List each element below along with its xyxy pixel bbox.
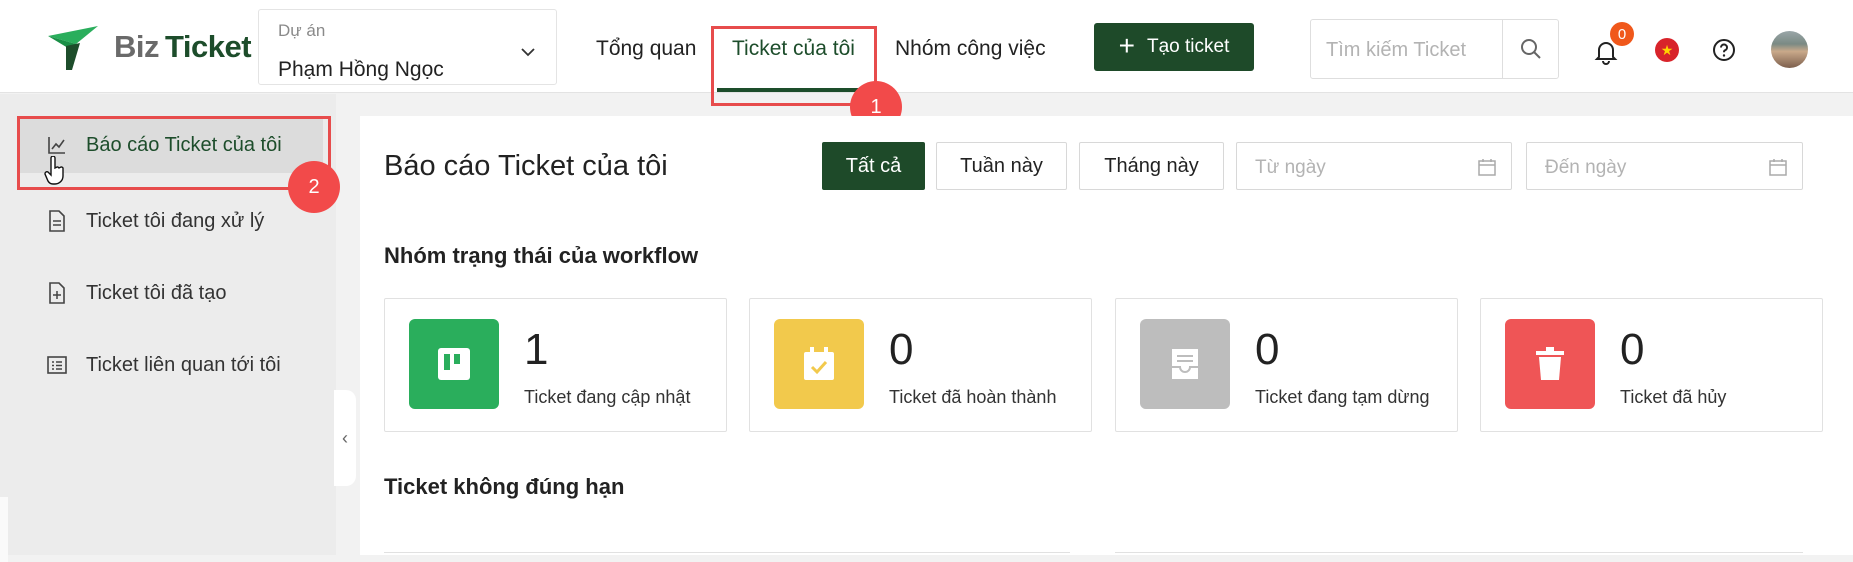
date-to-field[interactable]: Đến ngày: [1526, 142, 1803, 190]
calendar-icon: [1769, 159, 1787, 176]
sidebar-item-tickets-processing[interactable]: Ticket tôi đang xử lý: [18, 193, 323, 249]
notification-badge: 0: [1610, 22, 1634, 46]
help-icon[interactable]: [1712, 38, 1736, 62]
filter-this-month-button[interactable]: Tháng này: [1079, 142, 1224, 190]
logo-text-biz: Biz: [114, 29, 160, 64]
nav-tab-work-groups[interactable]: Nhóm công việc: [895, 37, 1046, 61]
top-header: Biz Ticket Dự án Phạm Hồng Ngọc Tổng quan…: [0, 0, 1853, 93]
calendar-icon: [1478, 159, 1496, 176]
page-title: Báo cáo Ticket của tôi: [384, 150, 668, 182]
search-box[interactable]: Tìm kiếm Ticket: [1310, 19, 1559, 79]
status-count: 0: [1255, 325, 1280, 374]
sidebar-item-tickets-related[interactable]: Ticket liên quan tới tôi: [18, 337, 323, 393]
status-card-paused[interactable]: 0 Ticket đang tạm dừng: [1115, 298, 1458, 432]
sidebar-item-label: Ticket tôi đã tạo: [86, 281, 227, 304]
plus-icon: +: [1118, 29, 1135, 61]
project-value: Phạm Hồng Ngọc: [278, 58, 444, 81]
vietnam-flag-icon[interactable]: ★: [1655, 38, 1679, 62]
list-icon: [46, 354, 68, 376]
section-title-overdue: Ticket không đúng hạn: [384, 474, 625, 499]
sidebar-item-tickets-created[interactable]: Ticket tôi đã tạo: [18, 265, 323, 321]
chevron-left-icon: ‹: [342, 427, 348, 448]
status-count: 1: [524, 325, 549, 374]
filter-all-button[interactable]: Tất cả: [822, 142, 925, 190]
status-label: Ticket đã hoàn thành: [889, 387, 1057, 407]
section-title-workflow-status: Nhóm trạng thái của workflow: [384, 243, 699, 268]
status-label: Ticket đang cập nhật: [524, 387, 691, 407]
project-label: Dự án: [278, 21, 326, 40]
logo-text-ticket: Ticket: [165, 29, 252, 64]
search-button[interactable]: [1502, 20, 1558, 78]
status-label: Ticket đang tạm dừng: [1255, 387, 1430, 407]
status-card-completed[interactable]: 0 Ticket đã hoàn thành: [749, 298, 1092, 432]
search-icon: [1520, 39, 1541, 59]
filter-this-week-button[interactable]: Tuần này: [936, 142, 1067, 190]
project-selector[interactable]: Dự án Phạm Hồng Ngọc: [258, 9, 557, 85]
date-from-field[interactable]: Từ ngày: [1236, 142, 1512, 190]
hand-cursor-icon: [44, 156, 64, 185]
create-ticket-button[interactable]: + Tạo ticket: [1094, 23, 1254, 71]
sidebar-collapse-button[interactable]: ‹: [334, 390, 356, 486]
nav-tab-overview[interactable]: Tổng quan: [596, 37, 696, 61]
document-add-icon: [46, 282, 68, 304]
logo-text: Biz Ticket: [114, 29, 252, 65]
search-input[interactable]: Tìm kiếm Ticket: [1326, 39, 1466, 62]
sidebar-item-label: Ticket liên quan tới tôi: [86, 353, 281, 376]
status-count: 0: [889, 325, 914, 374]
create-ticket-label: Tạo ticket: [1146, 36, 1230, 57]
biz-ticket-logo-icon: [48, 26, 98, 70]
status-card-cancelled[interactable]: 0 Ticket đã hủy: [1480, 298, 1823, 432]
main-content: Báo cáo Ticket của tôi Tất cả Tuần này T…: [360, 116, 1853, 555]
app-logo[interactable]: Biz Ticket: [46, 22, 252, 72]
date-from-placeholder: Từ ngày: [1255, 157, 1326, 178]
status-label: Ticket đã hủy: [1620, 387, 1727, 407]
status-count: 0: [1620, 325, 1645, 374]
trash-icon: [1505, 319, 1595, 409]
board-icon: [409, 319, 499, 409]
sidebar-edge: [0, 497, 8, 562]
sidebar-item-label: Ticket tôi đang xử lý: [86, 209, 265, 232]
archive-icon: [1140, 319, 1230, 409]
calendar-check-icon: [774, 319, 864, 409]
annotation-step-2: 2: [288, 161, 340, 213]
user-avatar[interactable]: [1771, 31, 1808, 68]
document-icon: [46, 210, 68, 232]
status-card-updating[interactable]: 1 Ticket đang cập nhật: [384, 298, 727, 432]
date-to-placeholder: Đến ngày: [1545, 157, 1627, 178]
chevron-down-icon: [521, 48, 535, 57]
